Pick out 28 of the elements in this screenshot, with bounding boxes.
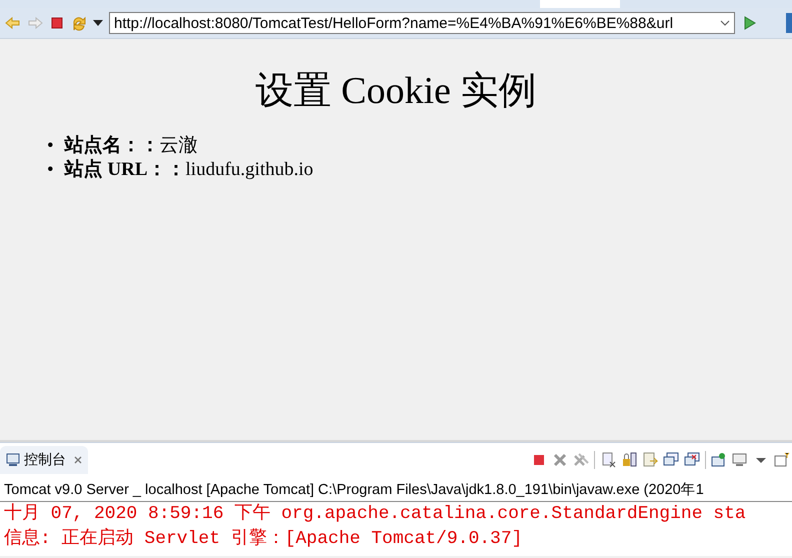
log-line: 信息: 正在启动 Servlet 引擎：[Apache Tomcat/9.0.37] xyxy=(4,527,524,551)
bullet: • xyxy=(47,158,54,182)
stop-icon[interactable] xyxy=(49,15,65,31)
window-icon[interactable] xyxy=(663,452,679,468)
pin-icon[interactable] xyxy=(711,452,727,468)
console-tab-label[interactable]: 控制台 xyxy=(24,451,66,469)
close-icon[interactable] xyxy=(74,456,82,464)
chevron-icon[interactable] xyxy=(720,20,730,26)
terminate-icon[interactable] xyxy=(531,452,547,468)
document-icon[interactable] xyxy=(642,452,658,468)
console-header: Tomcat v9.0 Server _ localhost [Apache Tomcat] C:\Program Files\Java\jdk1.8.0_191\bin\javaw.exe (2020年1 xyxy=(0,474,792,502)
refresh-icon[interactable] xyxy=(71,15,87,31)
page-heading: 设置 Cookie 实例 xyxy=(254,69,538,114)
monitor-icon[interactable] xyxy=(732,452,748,468)
window-icon[interactable] xyxy=(684,452,700,468)
list-item: 站点名：：云澈 xyxy=(64,134,198,158)
log-line: 十月 07, 2020 8:59:16 下午 org.apache.catalina.core.StandardEngine sta xyxy=(4,502,747,526)
dropdown-icon[interactable] xyxy=(93,20,103,26)
bullet: • xyxy=(47,134,54,158)
clear-icon[interactable] xyxy=(600,452,616,468)
new-window-icon[interactable] xyxy=(774,452,790,468)
lock-icon[interactable] xyxy=(621,452,637,468)
console-tab[interactable]: 控制台 xyxy=(0,446,88,474)
remove-icon[interactable] xyxy=(552,452,568,468)
remove-all-icon[interactable] xyxy=(573,452,589,468)
list-item: 站点 URL：：liudufu.github.io xyxy=(64,158,314,182)
address-field[interactable]: http://localhost:8080/TomcatTest/HelloForm?name=%E4%BA%91%E6%BE%88&url xyxy=(109,12,735,34)
monitor-icon xyxy=(6,453,20,467)
